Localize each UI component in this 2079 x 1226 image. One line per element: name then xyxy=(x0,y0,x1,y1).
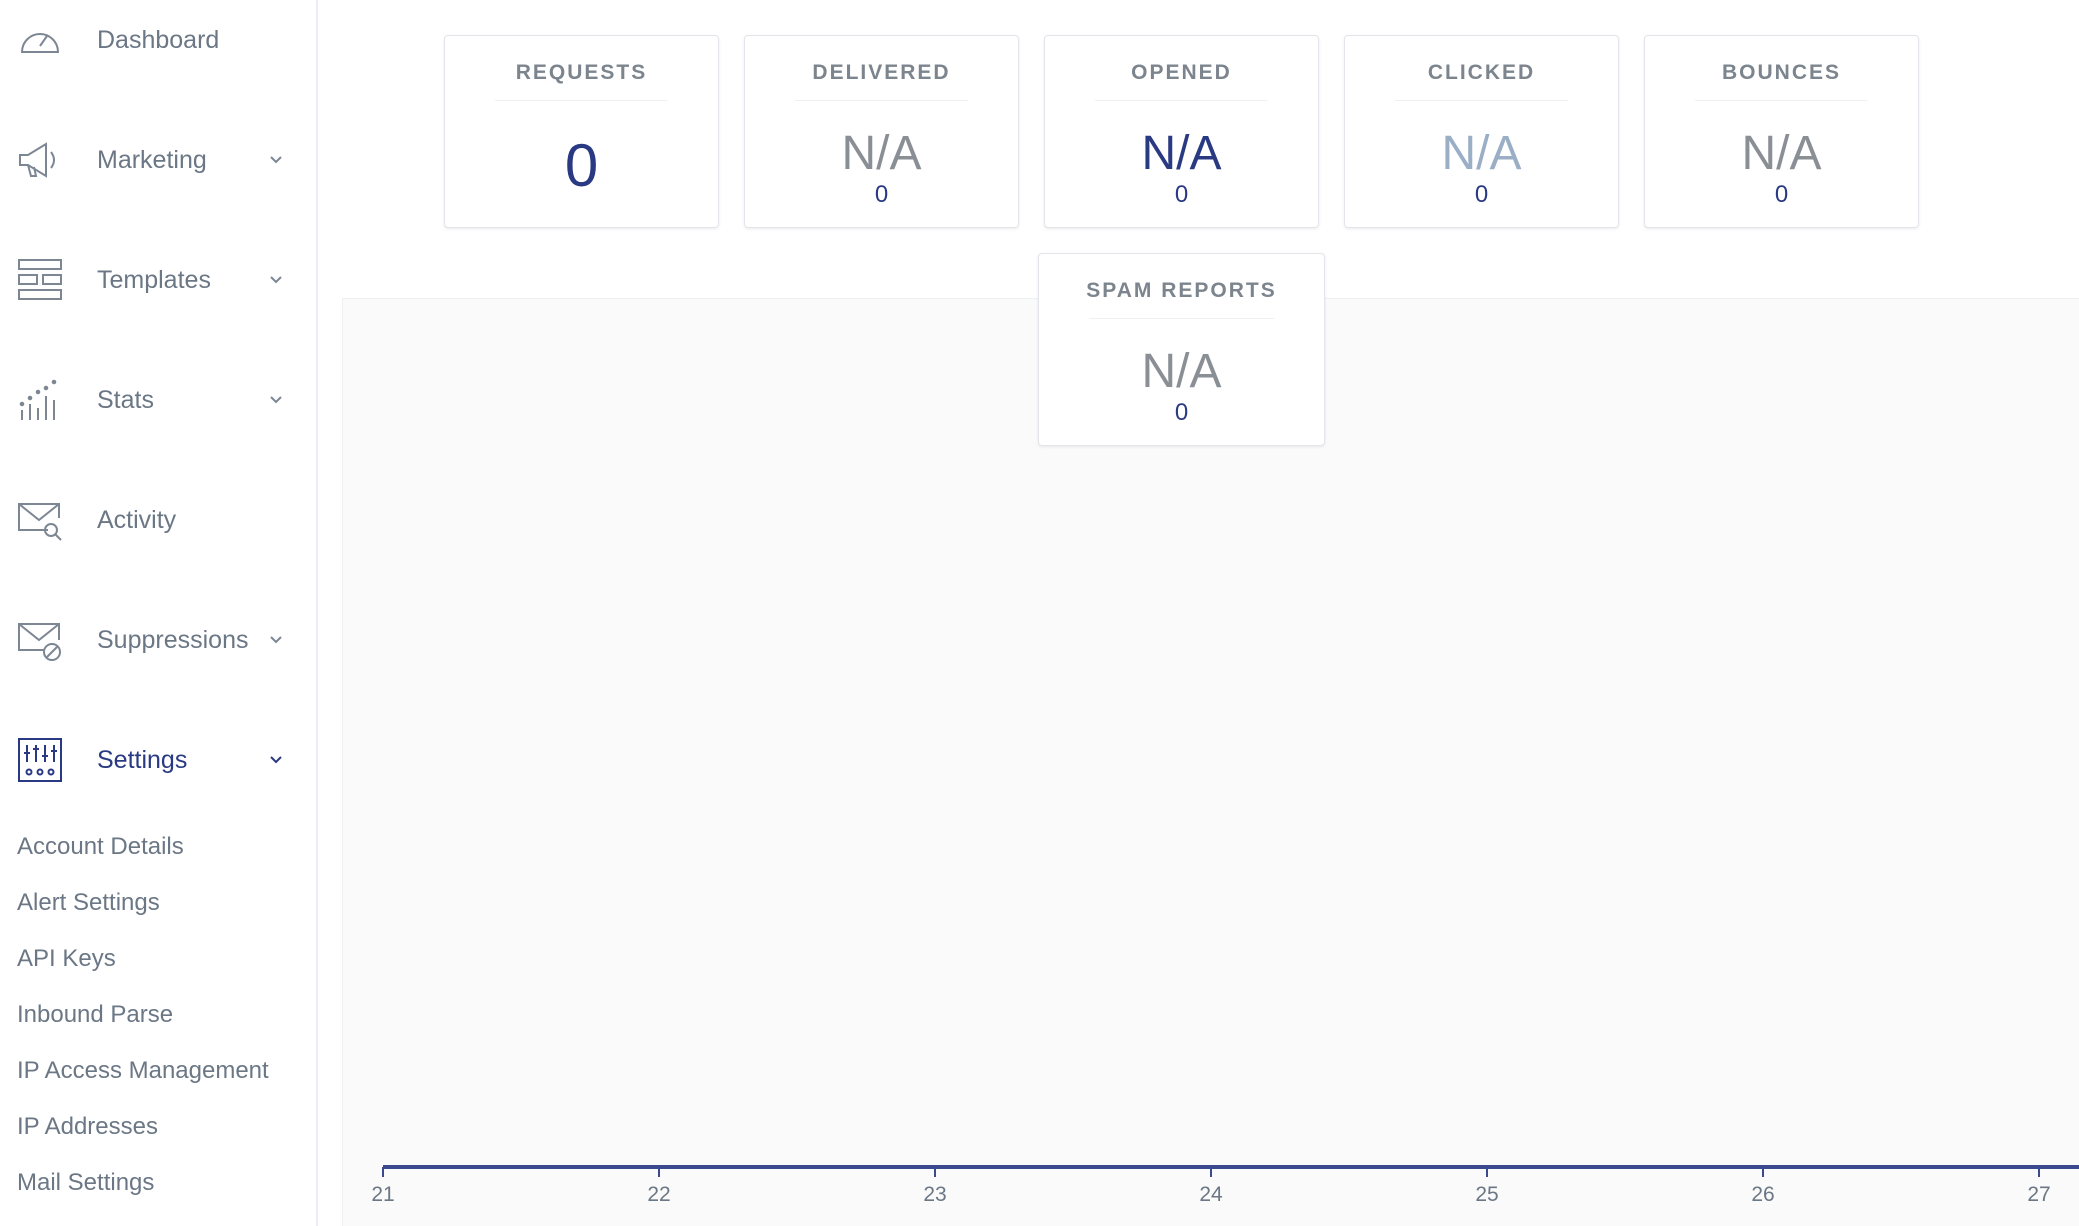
sidebar: Dashboard Marketing Templates Stats Acti… xyxy=(0,0,318,1226)
nav-templates[interactable]: Templates xyxy=(0,235,318,325)
stat-value: N/A xyxy=(841,127,922,180)
stat-title: DELIVERED xyxy=(812,61,951,84)
nav-dashboard[interactable]: Dashboard xyxy=(0,0,318,85)
chevron-down-icon[interactable] xyxy=(266,390,286,410)
stat-title: BOUNCES xyxy=(1721,61,1841,84)
divider xyxy=(1095,100,1268,101)
speedometer-icon xyxy=(16,16,64,64)
main-content: 21 22 23 24 25 26 27 REQUESTS 0 DELIVERED N/A … xyxy=(320,0,2079,1226)
subnav-inbound-parse[interactable]: Inbound Parse xyxy=(17,1001,173,1029)
nav-settings[interactable]: Settings xyxy=(0,715,318,805)
nav-label-templates: Templates xyxy=(97,265,211,294)
sliders-icon xyxy=(16,736,64,784)
nav-label-stats: Stats xyxy=(97,385,154,414)
divider xyxy=(1089,318,1274,319)
envelope-block-icon xyxy=(16,616,64,664)
stat-card-delivered: DELIVERED N/A 0 xyxy=(744,35,1019,228)
stat-value: N/A xyxy=(1141,127,1222,180)
divider xyxy=(795,100,968,101)
chevron-down-icon[interactable] xyxy=(266,270,286,290)
chevron-down-icon[interactable] xyxy=(266,150,286,170)
subnav-ip-addresses[interactable]: IP Addresses xyxy=(17,1113,158,1141)
stat-card-spam-reports: SPAM REPORTS N/A 0 xyxy=(1038,253,1325,446)
stat-value: N/A xyxy=(1141,345,1222,398)
subnav-ip-access-management[interactable]: IP Access Management xyxy=(17,1057,269,1085)
subnav-api-keys[interactable]: API Keys xyxy=(17,945,116,973)
stat-title: CLICKED xyxy=(1427,61,1536,84)
stat-count: 0 xyxy=(874,181,889,208)
nav-marketing[interactable]: Marketing xyxy=(0,115,318,205)
bar-chart-icon xyxy=(16,376,64,424)
x-tick-label: 25 xyxy=(1475,1183,1498,1206)
stat-count: 0 xyxy=(1474,181,1489,208)
chevron-down-icon[interactable] xyxy=(266,630,286,650)
envelope-search-icon xyxy=(16,496,64,544)
stat-card-requests: REQUESTS 0 xyxy=(444,35,719,228)
subnav-alert-settings[interactable]: Alert Settings xyxy=(17,889,160,917)
x-tick-label: 26 xyxy=(1751,1183,1774,1206)
templates-icon xyxy=(16,256,64,304)
stat-value: N/A xyxy=(1441,127,1522,180)
x-tick-label: 24 xyxy=(1199,1183,1223,1206)
stat-value: N/A xyxy=(1741,127,1822,180)
divider xyxy=(1695,100,1868,101)
nav-label-marketing: Marketing xyxy=(97,145,207,174)
stat-count: 0 xyxy=(1174,399,1189,426)
divider xyxy=(1395,100,1568,101)
nav-label-suppressions: Suppressions xyxy=(97,625,249,654)
stat-title: OPENED xyxy=(1131,61,1232,84)
nav-activity[interactable]: Activity xyxy=(0,475,318,565)
nav-suppressions[interactable]: Suppressions xyxy=(0,595,318,685)
nav-label-dashboard: Dashboard xyxy=(97,25,220,54)
megaphone-icon xyxy=(16,136,64,184)
x-tick-label: 21 xyxy=(371,1183,394,1206)
chevron-down-icon[interactable] xyxy=(266,750,286,770)
nav-label-settings: Settings xyxy=(97,745,188,774)
stat-card-clicked: CLICKED N/A 0 xyxy=(1344,35,1619,228)
stat-title: REQUESTS xyxy=(515,61,648,84)
stat-count: 0 xyxy=(1774,181,1789,208)
nav-label-activity: Activity xyxy=(97,505,177,534)
x-tick-label: 22 xyxy=(647,1183,670,1206)
stat-count: 0 xyxy=(1174,181,1189,208)
x-tick-label: 23 xyxy=(923,1183,946,1206)
divider xyxy=(495,100,668,101)
stat-title: SPAM REPORTS xyxy=(1086,279,1277,302)
x-tick-label: 27 xyxy=(2027,1183,2050,1206)
nav-stats[interactable]: Stats xyxy=(0,355,318,445)
stat-card-bounces: BOUNCES N/A 0 xyxy=(1644,35,1919,228)
subnav-account-details[interactable]: Account Details xyxy=(17,833,184,861)
subnav-mail-settings[interactable]: Mail Settings xyxy=(17,1169,154,1197)
stat-card-opened: OPENED N/A 0 xyxy=(1044,35,1319,228)
stat-value: 0 xyxy=(564,132,599,199)
